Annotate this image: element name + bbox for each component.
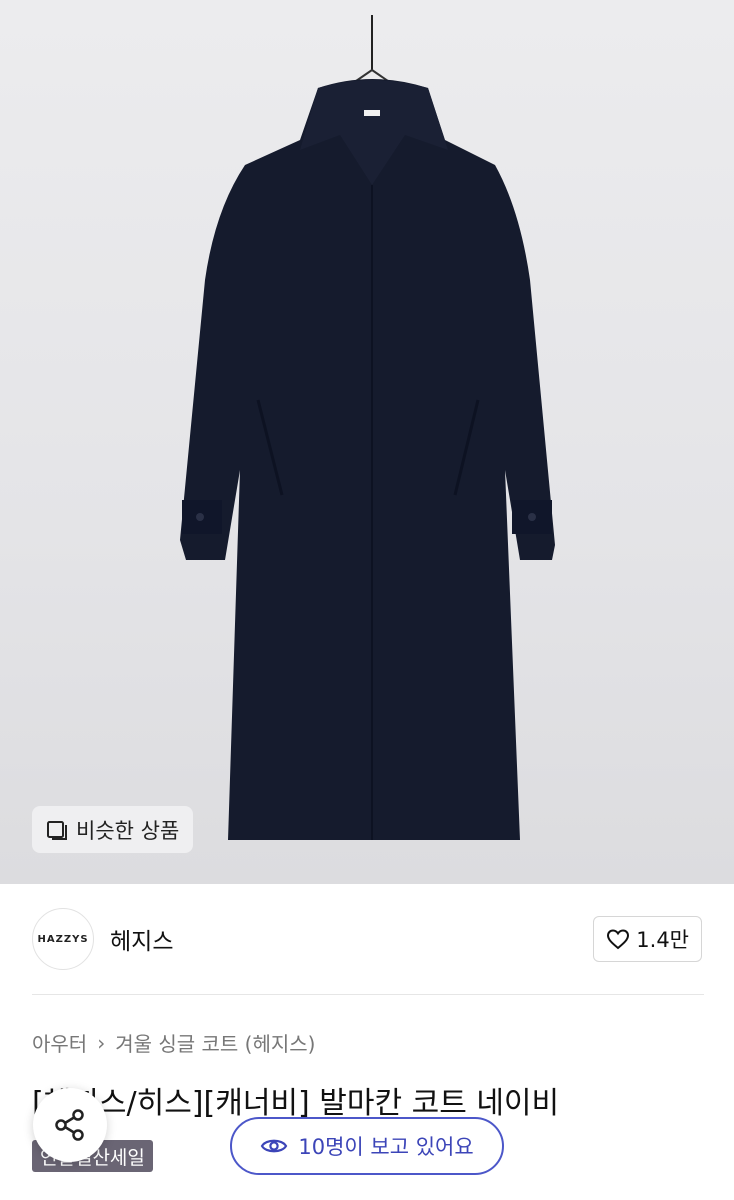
chevron-right-icon: › (97, 1030, 106, 1055)
brand-logo[interactable]: HAZZYS (32, 908, 94, 970)
brand-row: HAZZYS 헤지스 1.4만 (32, 908, 704, 970)
breadcrumb-category[interactable]: 아우터 (32, 1028, 87, 1057)
like-button[interactable]: 1.4만 (593, 916, 702, 962)
like-count: 1.4만 (636, 928, 689, 952)
eye-icon (261, 1139, 288, 1153)
viewers-text: 10명이 보고 있어요 (298, 1135, 474, 1159)
breadcrumb: 아우터 › 겨울 싱글 코트 (헤지스) (32, 1028, 315, 1057)
heart-icon (607, 929, 630, 950)
divider (32, 994, 704, 995)
product-title: [헤지스/히스][캐너비] 발마칸 코트 네이비 (32, 1086, 560, 1121)
brand-name[interactable]: 헤지스 (110, 922, 173, 956)
coat-illustration (180, 15, 555, 840)
viewers-indicator[interactable]: 10명이 보고 있어요 (230, 1117, 504, 1175)
share-button[interactable] (33, 1088, 107, 1162)
brand-logo-text: HAZZYS (37, 933, 89, 945)
breadcrumb-subcategory[interactable]: 겨울 싱글 코트 (헤지스) (115, 1028, 315, 1057)
similar-icon (46, 819, 68, 841)
product-image[interactable]: 비슷한 상품 (0, 0, 734, 884)
similar-products-label: 비슷한 상품 (76, 818, 180, 843)
share-icon (55, 1109, 84, 1141)
similar-products-button[interactable]: 비슷한 상품 (32, 806, 194, 853)
